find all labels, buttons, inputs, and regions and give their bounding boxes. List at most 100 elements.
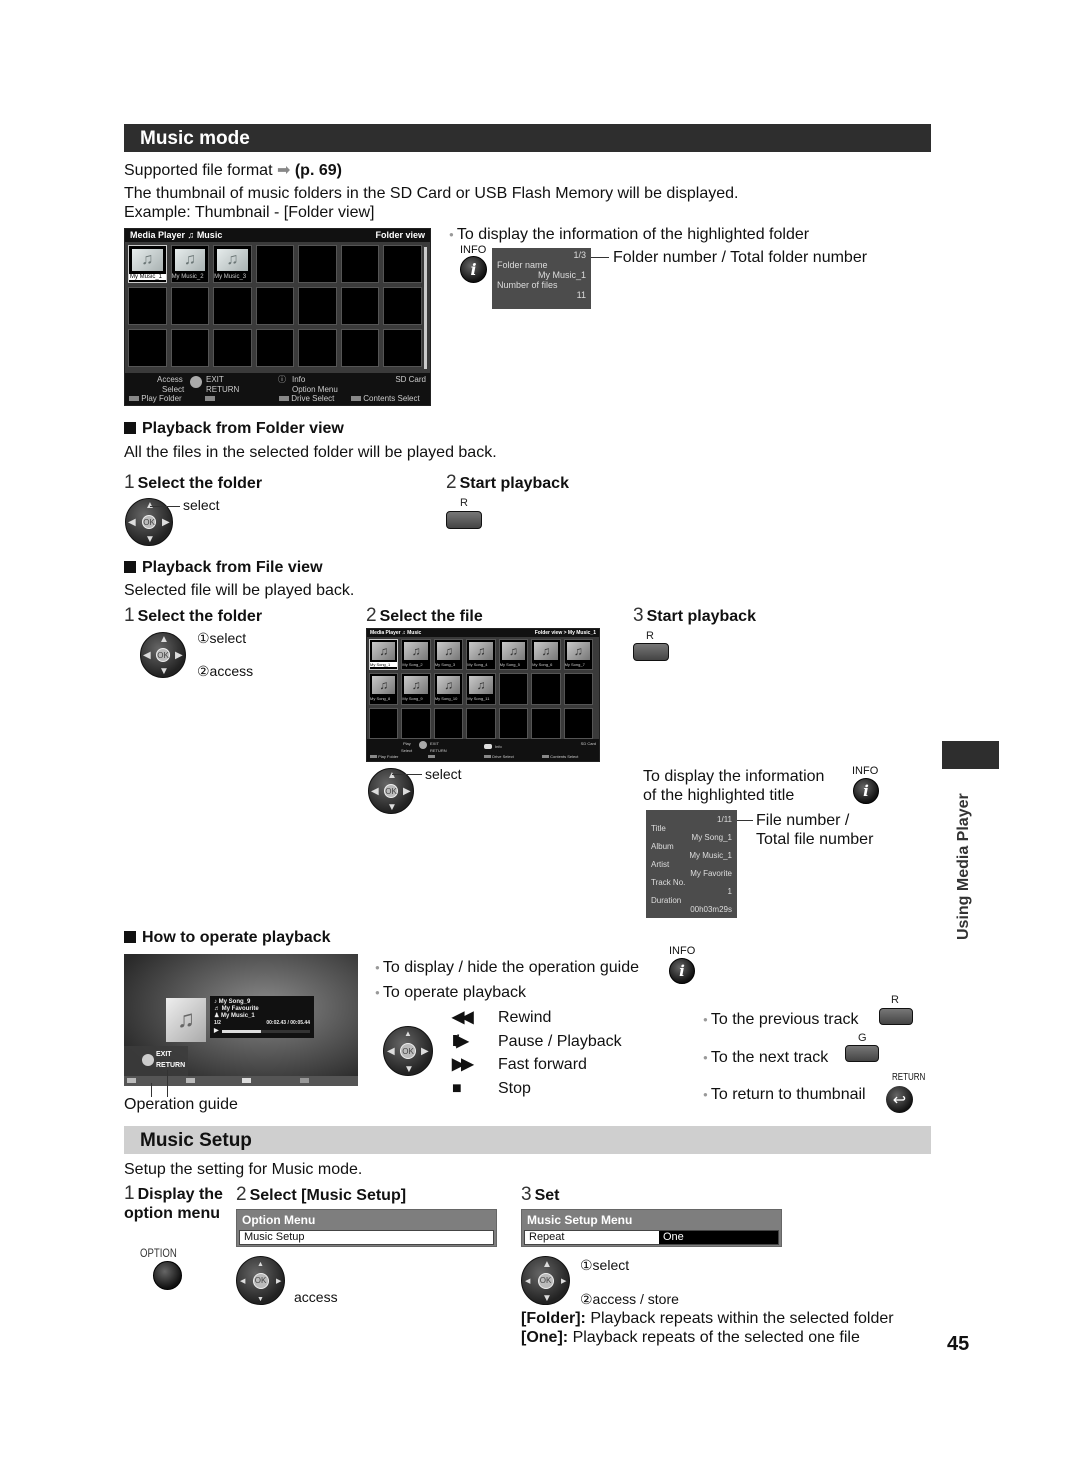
- guide-exit: EXIT: [156, 1051, 172, 1058]
- empty-cell: [383, 287, 422, 325]
- info-small-icon: ⓘ: [278, 375, 286, 384]
- folder-view-screen: Media Player ♫ Music Folder view ♫ My Mus…: [124, 228, 431, 406]
- file-counter: 1/11: [717, 815, 732, 824]
- empty-cell: [498, 673, 529, 705]
- control-row: ■ Stop: [452, 1077, 622, 1101]
- return-key-label: RETURN: [892, 1072, 926, 1083]
- file-playback-heading: Playback from File view: [124, 559, 323, 577]
- dpad-icon[interactable]: OK ▲ ▼ ◀ ▶: [383, 1026, 433, 1076]
- arrow-down-icon: ▼: [542, 1293, 552, 1304]
- file-label: My Song_11: [467, 696, 490, 702]
- red-button[interactable]: [633, 643, 669, 661]
- dpad-icon[interactable]: OK ▲ ▼ ◀ ▶: [140, 632, 186, 678]
- select-label: ①select: [580, 1257, 630, 1273]
- green-button[interactable]: [845, 1045, 879, 1062]
- yellow-key-icon: [279, 396, 289, 402]
- folder-info-box: 1/3 Folder name My Music_1 Number of fil…: [492, 248, 591, 309]
- option-menu-item[interactable]: Music Setup: [239, 1230, 494, 1245]
- footer-info: Info: [495, 744, 502, 749]
- title-info-caption: To display the information of the highli…: [643, 768, 825, 804]
- option-button[interactable]: [153, 1261, 182, 1290]
- file-label: My Song_1: [370, 662, 398, 667]
- file-label: My Song_10: [434, 696, 458, 702]
- info-button-icon[interactable]: i: [669, 958, 695, 984]
- mode-name: Music: [196, 230, 223, 240]
- screen-title-bar: Media Player ♫ Music Folder view > My Mu…: [367, 629, 599, 637]
- leader-line: [167, 1070, 168, 1097]
- operation-guide-label: Operation guide: [124, 1096, 238, 1113]
- access-label: ②access: [197, 663, 254, 679]
- setup-menu-row[interactable]: Repeat One: [524, 1230, 779, 1245]
- return-button-icon[interactable]: ↩: [886, 1086, 913, 1113]
- now-playing-panel: ♪ My Song_9 ♬ My Favourite ♟ My Music_1 …: [210, 996, 314, 1038]
- supported-format-line: Supported file format ➡ (p. 69): [124, 160, 342, 180]
- info-field-label: Track No.: [651, 878, 686, 887]
- dpad-small-icon: [142, 1054, 154, 1066]
- screen-title-bar: Media Player ♫ Music Folder view: [125, 229, 430, 242]
- red-button[interactable]: [446, 511, 482, 529]
- folder-thumb[interactable]: ♫ My Music_2: [170, 245, 210, 283]
- file-thumb[interactable]: ♫ My Song_6: [531, 639, 561, 671]
- footer-play-folder: Play Folder: [378, 754, 399, 759]
- repeat-value[interactable]: One: [659, 1231, 778, 1244]
- empty-cell: [128, 287, 167, 325]
- empty-cell: [255, 329, 295, 367]
- file-thumb[interactable]: ♫ My Song_11: [466, 673, 496, 705]
- arrow-down-icon: ▼: [404, 1064, 414, 1075]
- info-key-label: INFO: [460, 244, 487, 256]
- square-bullet-icon: [124, 561, 136, 573]
- arrow-down-icon: ▼: [159, 666, 169, 677]
- side-tab-label: Using Media Player: [955, 793, 972, 940]
- access-store-label: ②access / store: [580, 1291, 679, 1307]
- file-thumb[interactable]: ♫ My Song_5: [498, 639, 529, 671]
- red-key-label: R: [646, 630, 654, 642]
- scrollbar[interactable]: [424, 247, 427, 369]
- yellow-key-icon: [484, 755, 491, 759]
- file-thumb[interactable]: ♫ My Song_10: [433, 673, 464, 705]
- music-note-icon: ♫: [166, 998, 206, 1042]
- ok-button[interactable]: OK: [142, 515, 156, 529]
- footer-select: Select: [401, 748, 413, 753]
- footer-info: Info: [292, 375, 306, 384]
- empty-cell: [433, 707, 464, 739]
- ok-button[interactable]: OK: [537, 1272, 554, 1289]
- ok-button[interactable]: OK: [156, 648, 170, 662]
- red-button[interactable]: [879, 1008, 913, 1025]
- folder-thumb[interactable]: ♫ My Music_3: [213, 245, 252, 283]
- page-reference-link[interactable]: (p. 69): [295, 162, 342, 179]
- info-field-value: My Music_1: [689, 851, 732, 860]
- dpad-icon[interactable]: OK ▲ ▼ ◀ ▶: [521, 1256, 570, 1305]
- song-title: My Song_9: [218, 999, 251, 1005]
- ok-button[interactable]: OK: [252, 1272, 269, 1289]
- footer-contents-select: Contents Select: [550, 754, 579, 759]
- ok-button[interactable]: OK: [384, 784, 398, 798]
- empty-cell: [531, 673, 561, 705]
- empty-cell: [369, 707, 399, 739]
- dpad-icon[interactable]: OK ▲ ▼ ◀ ▶: [236, 1256, 285, 1305]
- red-key-icon: [370, 755, 377, 759]
- player-screen: ♫ ♪ My Song_9 ♬ My Favourite ♟ My Music_…: [124, 954, 358, 1086]
- music-setup-menu: Music Setup Menu Repeat One: [521, 1209, 782, 1247]
- file-thumb[interactable]: ♫ My Song_8: [369, 673, 399, 705]
- playback-controls-list: ◀◀ Rewind II/▶ Pause / Playback ▶▶ Fast forwa…: [452, 1006, 622, 1100]
- folder-thumb[interactable]: ♫ My Music_1: [128, 245, 167, 283]
- file-thumb[interactable]: ♫ My Song_2: [401, 639, 431, 671]
- ok-button[interactable]: OK: [400, 1043, 416, 1059]
- arrow-right-icon: ▶: [421, 1046, 429, 1057]
- file-thumb[interactable]: ♫ My Song_1: [369, 639, 399, 671]
- num-files-label: Number of files: [497, 280, 558, 290]
- info-button-icon[interactable]: i: [460, 256, 487, 283]
- empty-cell: [170, 329, 210, 367]
- file-label: My Song_2: [402, 662, 423, 667]
- file-thumb[interactable]: ♫ My Song_9: [401, 673, 431, 705]
- play-time: 00:02.43 / 00:05.44: [266, 1020, 310, 1026]
- file-thumb[interactable]: ♫ My Song_3: [433, 639, 464, 671]
- file-thumb[interactable]: ♫ My Song_7: [563, 639, 593, 671]
- info-field-value: My Song_1: [691, 833, 732, 842]
- red-key-icon: [127, 1078, 136, 1083]
- file-thumb[interactable]: ♫ My Song_4: [466, 639, 496, 671]
- side-tab-block: [942, 741, 999, 769]
- info-button-icon[interactable]: i: [853, 778, 879, 804]
- one-repeat-desc: [One]: Playback repeats of the selected …: [521, 1329, 860, 1346]
- folder-step-2: 2 Start playback: [446, 472, 569, 493]
